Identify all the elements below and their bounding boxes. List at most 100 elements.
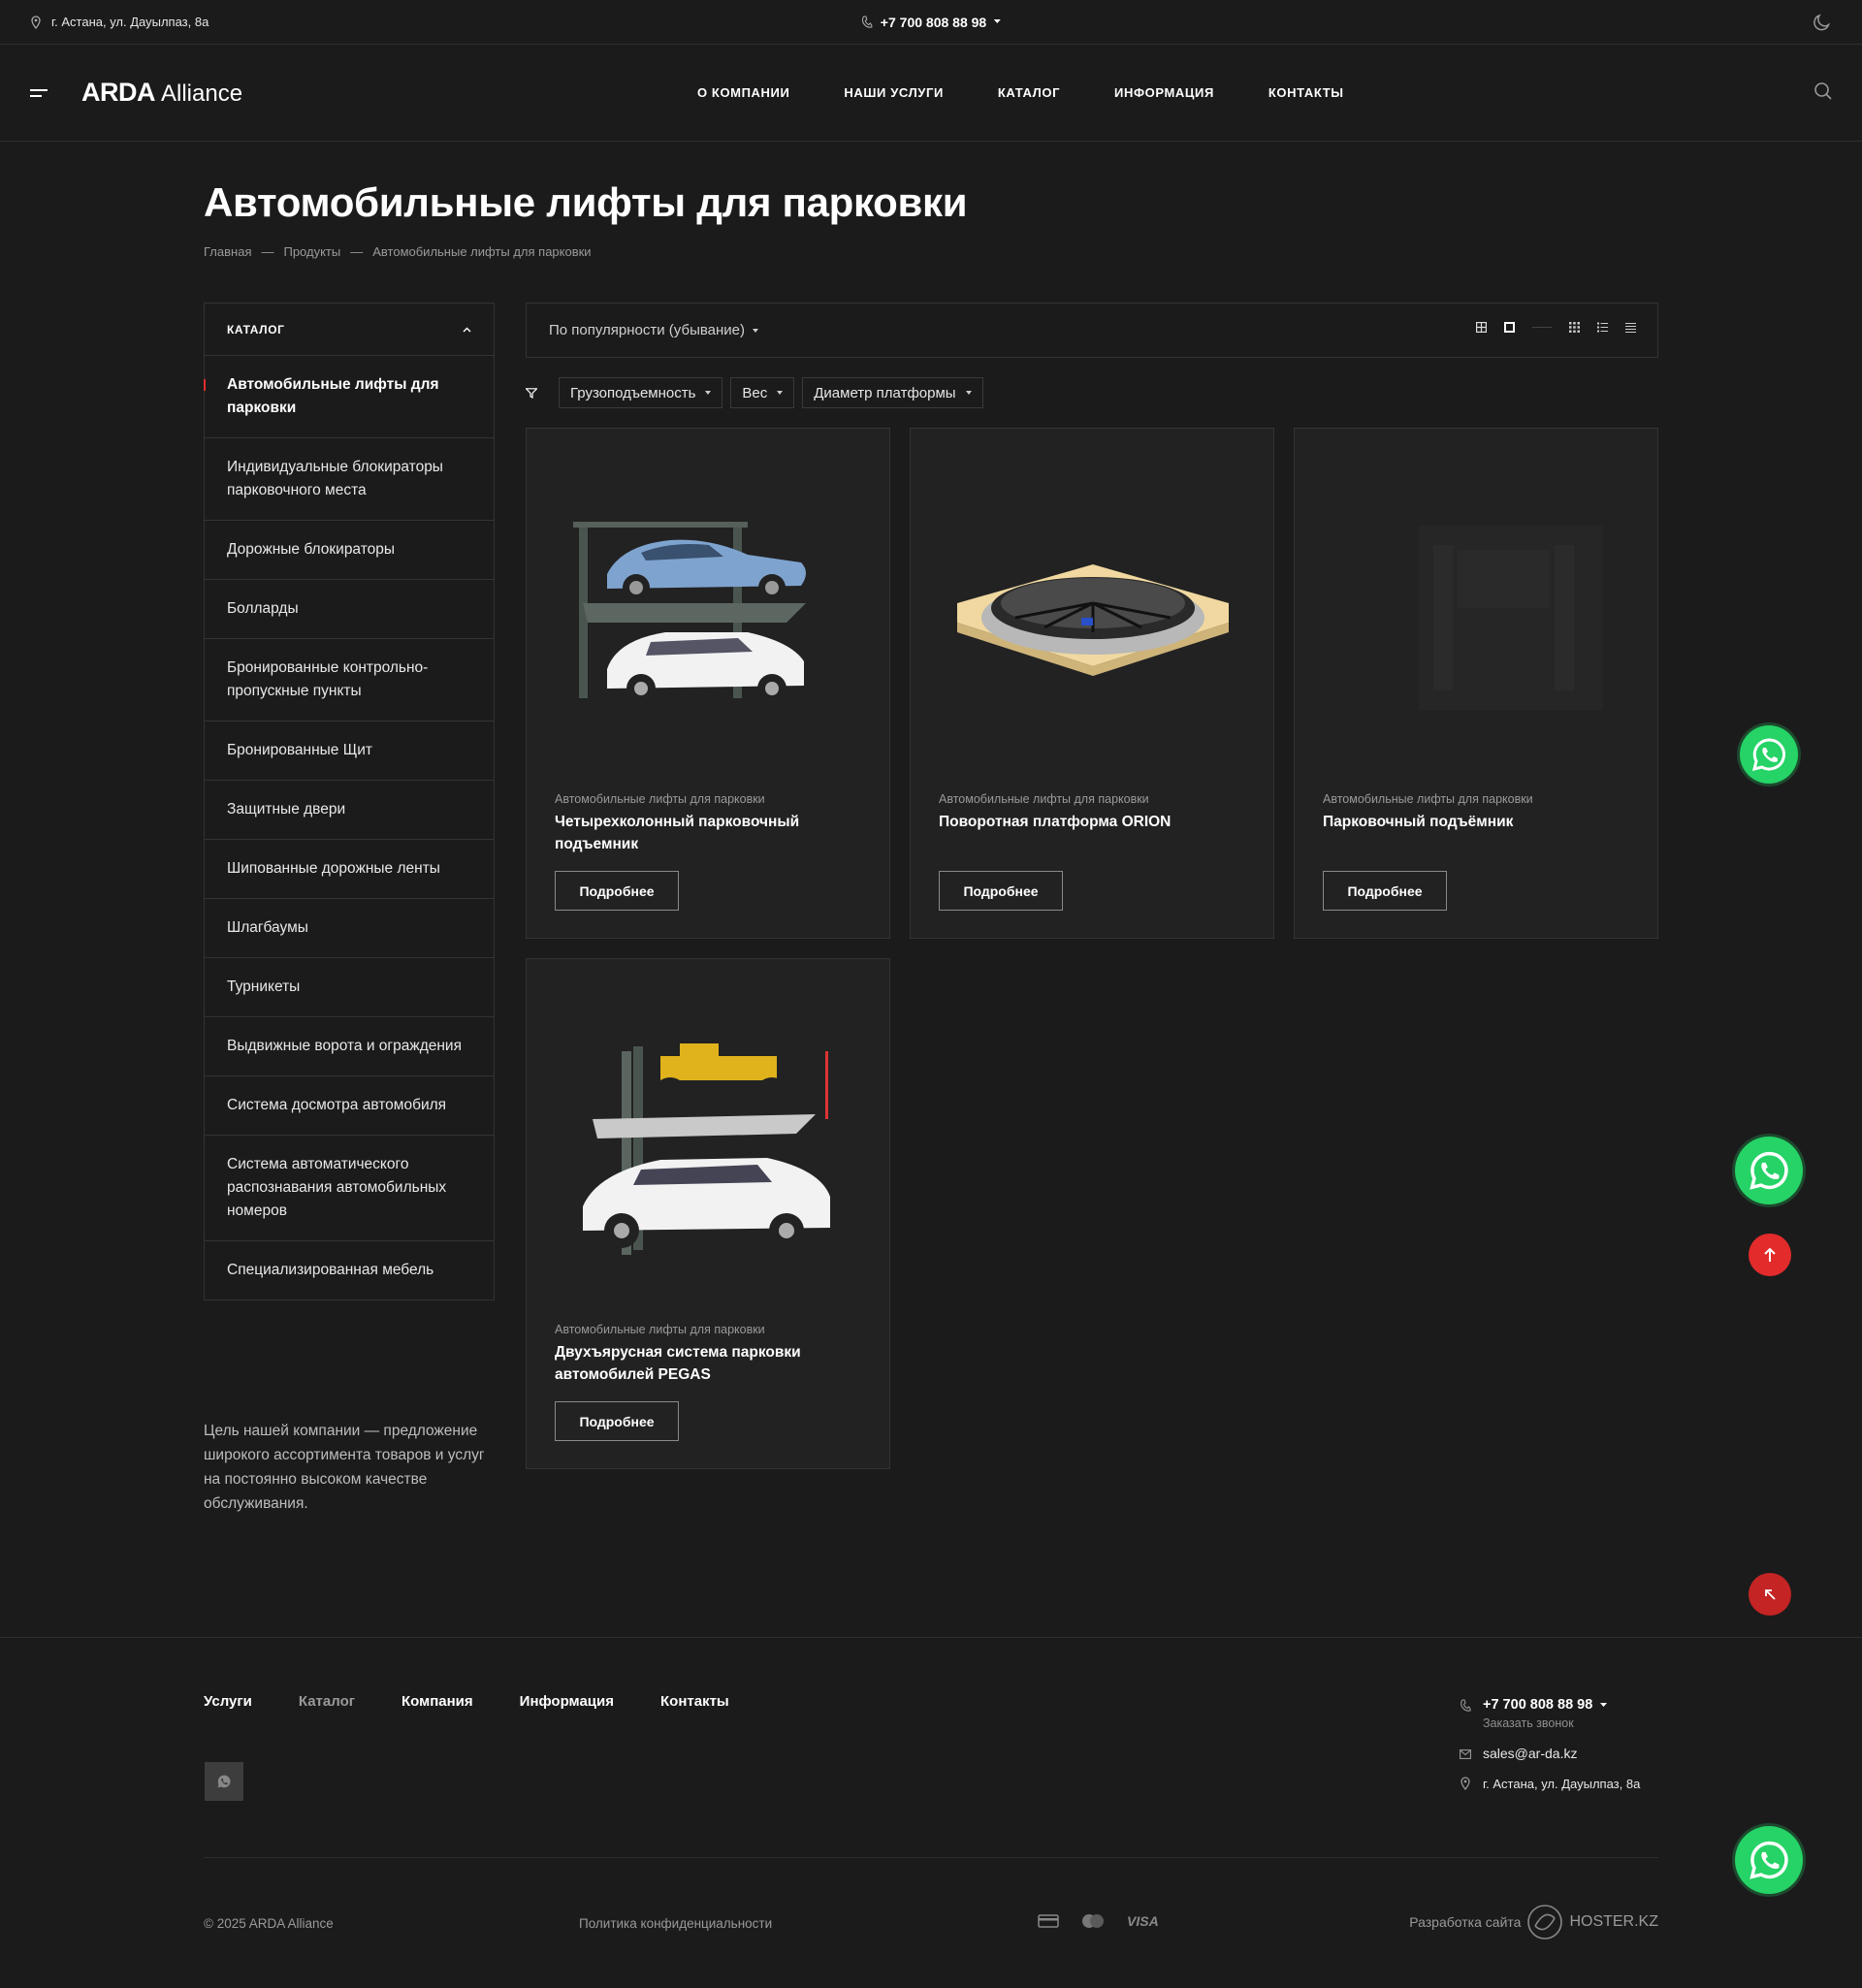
filter-platform-diameter[interactable]: Диаметр платформы xyxy=(802,377,983,408)
footer-nav-information[interactable]: Информация xyxy=(520,1693,614,1710)
details-button[interactable]: Подробнее xyxy=(1323,871,1447,911)
menu-burger-icon[interactable] xyxy=(30,88,48,97)
header-search[interactable] xyxy=(1814,81,1833,106)
footer-nav-catalog[interactable]: Каталог xyxy=(299,1693,355,1710)
moon-icon[interactable] xyxy=(1813,13,1832,32)
page-title: Автомобильные лифты для парковки xyxy=(204,179,968,225)
product-category: Автомобильные лифты для парковки xyxy=(1323,792,1533,806)
product-name[interactable]: Четырехколонный парковочный подъемник xyxy=(555,811,865,855)
nav-about[interactable]: О КОМПАНИИ xyxy=(697,85,789,100)
search-icon[interactable] xyxy=(1814,81,1833,101)
sidebar-item-armored-shields[interactable]: Бронированные Щит xyxy=(205,721,494,781)
footer-callback-link[interactable]: Заказать звонок xyxy=(1483,1716,1607,1730)
footer-nav-services[interactable]: Услуги xyxy=(204,1693,252,1710)
product-card[interactable]: Автомобильные лифты для парковки Четырех… xyxy=(526,428,890,939)
product-name[interactable]: Поворотная платформа ORION xyxy=(939,811,1249,833)
product-image[interactable] xyxy=(551,487,867,729)
product-card[interactable]: Автомобильные лифты для парковки Двухъяр… xyxy=(526,958,890,1469)
product-card[interactable]: Автомобильные лифты для парковки Парково… xyxy=(1294,428,1658,939)
sidebar-item-security-doors[interactable]: Защитные двери xyxy=(205,781,494,840)
whatsapp-icon[interactable] xyxy=(216,1774,232,1789)
nav-catalog[interactable]: КАТАЛОГ xyxy=(998,85,1060,100)
footer-whatsapp-link[interactable] xyxy=(205,1762,243,1801)
top-phone[interactable]: +7 700 808 88 98 xyxy=(861,15,1002,30)
sidebar-item-furniture[interactable]: Специализированная мебель xyxy=(205,1241,494,1299)
sidebar-item-armored-checkpoints[interactable]: Бронированные контрольно-пропускные пунк… xyxy=(205,639,494,721)
grid-small-icon[interactable] xyxy=(1569,322,1580,333)
footer-nav-contacts[interactable]: Контакты xyxy=(660,1693,729,1710)
product-category: Автомобильные лифты для парковки xyxy=(555,792,765,806)
product-image[interactable] xyxy=(1319,487,1635,729)
scroll-up-button[interactable] xyxy=(1749,1234,1791,1276)
filter-capacity-label[interactable]: Грузоподъемность xyxy=(570,385,695,401)
logo[interactable]: ARDA Alliance xyxy=(81,78,242,108)
phone-icon xyxy=(861,15,873,28)
chevron-up-icon[interactable] xyxy=(463,327,471,333)
footer-address-row: г. Астана, ул. Дауылпаз, 8а xyxy=(1460,1777,1658,1791)
sidebar-item-turnstiles[interactable]: Турникеты xyxy=(205,958,494,1017)
nav-services[interactable]: НАШИ УСЛУГИ xyxy=(844,85,943,100)
catalog-sidebar: КАТАЛОГ Автомобильные лифты для парковки… xyxy=(204,303,495,1300)
footer-divider xyxy=(0,1637,1862,1638)
theme-toggle[interactable] xyxy=(1813,13,1832,35)
sidebar-item-sliding-gates[interactable]: Выдвижные ворота и ограждения xyxy=(205,1017,494,1076)
mastercard-icon xyxy=(1082,1914,1104,1928)
filter-platform-diameter-label[interactable]: Диаметр платформы xyxy=(814,385,955,401)
sidebar-item-parking-lifts[interactable]: Автомобильные лифты для парковки xyxy=(204,356,494,438)
product-name[interactable]: Парковочный подъёмник xyxy=(1323,811,1633,833)
catalog-sidebar-title: КАТАЛОГ xyxy=(227,322,285,337)
sort-select[interactable]: По популярности (убывание) xyxy=(549,322,758,338)
sidebar-item-spike-strips[interactable]: Шипованные дорожные ленты xyxy=(205,840,494,899)
nav-information[interactable]: ИНФОРМАЦИЯ xyxy=(1114,85,1214,100)
grid-icon[interactable] xyxy=(1504,322,1515,333)
product-card[interactable]: Автомобильные лифты для парковки Поворот… xyxy=(910,428,1274,939)
whatsapp-icon[interactable] xyxy=(1748,1839,1790,1881)
arrow-up-left-icon[interactable] xyxy=(1763,1587,1777,1601)
sidebar-item-vehicle-inspection[interactable]: Система досмотра автомобиля xyxy=(205,1076,494,1136)
filter-weight[interactable]: Вес xyxy=(730,377,795,408)
compact-list-icon[interactable] xyxy=(1625,322,1636,333)
sidebar-item-barriers[interactable]: Шлагбаумы xyxy=(205,899,494,958)
whatsapp-float-button[interactable] xyxy=(1740,725,1798,784)
whatsapp-icon[interactable] xyxy=(1748,1149,1790,1192)
footer-nav-company[interactable]: Компания xyxy=(401,1693,473,1710)
details-button[interactable]: Подробнее xyxy=(939,871,1063,911)
nav-contacts[interactable]: КОНТАКТЫ xyxy=(1268,85,1344,100)
arrow-up-icon[interactable] xyxy=(1763,1247,1777,1263)
sidebar-item-road-blockers[interactable]: Дорожные блокираторы xyxy=(205,521,494,580)
whatsapp-icon[interactable] xyxy=(1750,736,1787,773)
caret-down-icon xyxy=(777,391,784,395)
breadcrumb-home[interactable]: Главная xyxy=(204,244,251,259)
grid-large-icon[interactable] xyxy=(1476,322,1487,333)
developer-credit[interactable]: Разработка сайта HOSTER.KZ xyxy=(1409,1904,1658,1940)
filter-capacity[interactable]: Грузоподъемность xyxy=(559,377,723,408)
whatsapp-float-button[interactable] xyxy=(1735,1137,1803,1204)
filter-icon[interactable] xyxy=(526,387,537,399)
sidebar-item-plate-recognition[interactable]: Система автоматического распознавания ав… xyxy=(205,1136,494,1241)
sort-label[interactable]: По популярности (убывание) xyxy=(549,322,745,338)
sidebar-item-parking-blockers[interactable]: Индивидуальные блокираторы парковочного … xyxy=(205,438,494,521)
top-phone-text[interactable]: +7 700 808 88 98 xyxy=(881,15,986,30)
scroll-top-button[interactable] xyxy=(1749,1573,1791,1616)
catalog-sidebar-header[interactable]: КАТАЛОГ xyxy=(205,304,494,356)
product-name[interactable]: Двухъярусная система парковки автомобиле… xyxy=(555,1341,865,1386)
developer-name[interactable]: HOSTER.KZ xyxy=(1569,1913,1658,1931)
footer-phone[interactable]: +7 700 808 88 98 xyxy=(1483,1697,1592,1713)
breadcrumb-products[interactable]: Продукты xyxy=(283,244,340,259)
details-button[interactable]: Подробнее xyxy=(555,1401,679,1441)
caret-down-icon[interactable] xyxy=(994,19,1002,24)
footer-email[interactable]: sales@ar-da.kz xyxy=(1483,1746,1577,1761)
list-icon[interactable] xyxy=(1597,322,1608,333)
product-image[interactable] xyxy=(935,487,1251,729)
logo-bold: ARDA xyxy=(81,78,156,107)
sidebar-item-bollards[interactable]: Болларды xyxy=(205,580,494,639)
footer-email-row: sales@ar-da.kz xyxy=(1460,1746,1658,1761)
filter-weight-label[interactable]: Вес xyxy=(742,385,767,401)
caret-down-icon[interactable] xyxy=(1600,1702,1608,1708)
details-button[interactable]: Подробнее xyxy=(555,871,679,911)
product-image[interactable] xyxy=(551,1017,867,1260)
view-divider xyxy=(1532,327,1552,328)
whatsapp-float-button[interactable] xyxy=(1735,1826,1803,1894)
footer-address: г. Астана, ул. Дауылпаз, 8а xyxy=(1483,1777,1641,1791)
privacy-policy-link[interactable]: Политика конфиденциальности xyxy=(579,1916,772,1931)
